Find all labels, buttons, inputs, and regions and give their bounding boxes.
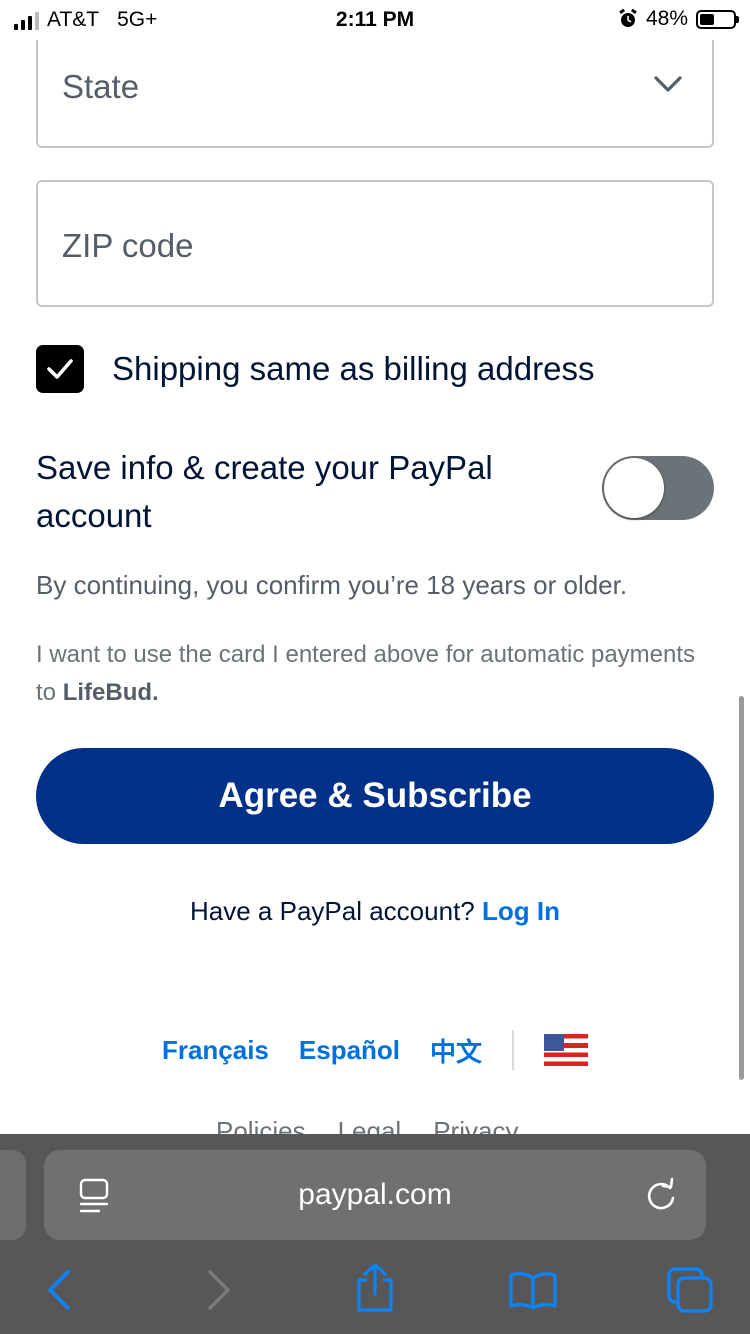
alarm-icon [619, 9, 637, 27]
login-link[interactable]: Log In [482, 896, 560, 926]
lang-francais[interactable]: Français [162, 1035, 269, 1066]
zip-code-field[interactable]: ZIP code [36, 180, 714, 307]
save-info-toggle[interactable] [602, 456, 714, 520]
shipping-same-checkbox[interactable] [36, 345, 84, 393]
agree-subscribe-button[interactable]: Agree & Subscribe [36, 748, 714, 844]
autopay-notice: I want to use the card I entered above f… [36, 636, 716, 712]
tabs-icon[interactable] [666, 1266, 714, 1314]
checkmark-icon [47, 359, 73, 379]
scrollbar[interactable] [739, 696, 744, 1080]
forward-icon[interactable] [206, 1268, 234, 1312]
share-icon[interactable] [354, 1262, 396, 1314]
chevron-down-icon [654, 76, 682, 92]
reload-icon[interactable] [644, 1177, 678, 1213]
autopay-suffix: . [152, 679, 159, 706]
status-right: 48% [618, 7, 739, 31]
address-bar[interactable]: paypal.com [44, 1150, 706, 1240]
url-text: paypal.com [298, 1178, 452, 1211]
battery-percent: 48% [645, 7, 688, 30]
state-select[interactable]: State [36, 30, 714, 148]
age-notice: By continuing, you confirm you’re 18 yea… [36, 570, 628, 600]
have-account-text: Have a PayPal account? [190, 896, 475, 926]
lang-chinese[interactable]: 中文 [430, 1032, 482, 1069]
merchant-name: LifeBud [62, 679, 153, 706]
have-account-row: Have a PayPal account? Log In [0, 896, 750, 927]
toggle-knob [604, 458, 664, 518]
bookmarks-icon[interactable] [508, 1270, 558, 1310]
zip-placeholder: ZIP code [62, 227, 194, 264]
battery-icon [696, 9, 739, 29]
shipping-same-label[interactable]: Shipping same as billing address [112, 350, 594, 388]
us-flag-icon[interactable] [544, 1034, 589, 1066]
save-info-label: Save info & create your PayPal account [36, 449, 493, 534]
browser-toolbar: paypal.com [0, 1134, 750, 1334]
back-icon[interactable] [44, 1268, 72, 1312]
lang-espanol[interactable]: Español [299, 1035, 400, 1066]
lang-divider [512, 1030, 515, 1070]
state-placeholder: State [62, 68, 140, 105]
language-selector: Français Español 中文 [0, 1030, 750, 1070]
previous-tab-preview[interactable] [0, 1150, 26, 1240]
status-bar: AT&T 5G+ 2:11 PM 48% [0, 0, 750, 40]
